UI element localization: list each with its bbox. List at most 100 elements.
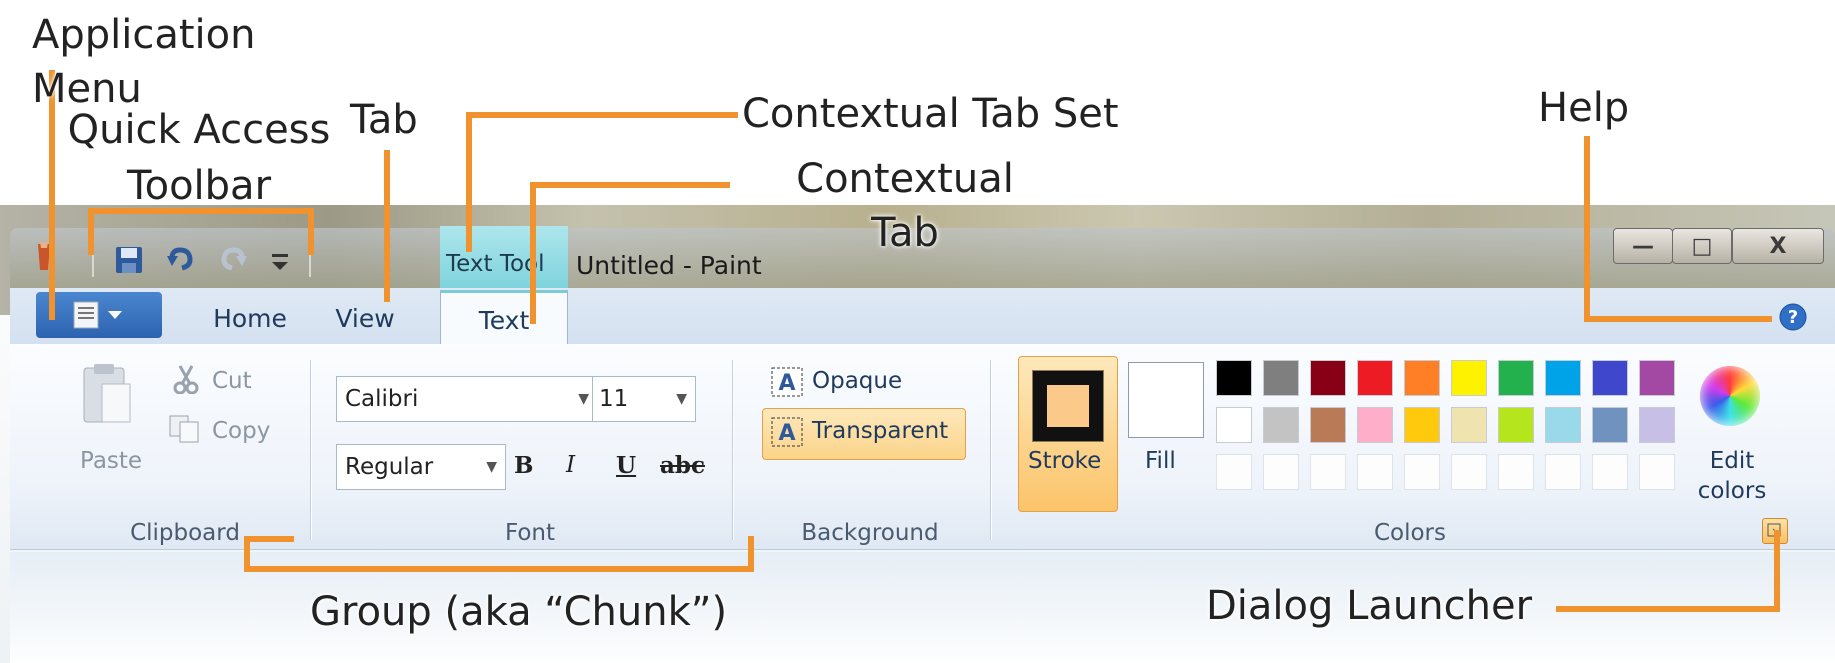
- color-swatch[interactable]: [1216, 407, 1252, 443]
- empty-color-slot[interactable]: [1216, 454, 1252, 490]
- opaque-icon: A: [770, 366, 804, 398]
- paste-icon[interactable]: [80, 362, 132, 426]
- font-family-combo[interactable]: Calibri ▼: [336, 376, 598, 422]
- color-swatch[interactable]: [1592, 360, 1628, 396]
- transparent-icon: A: [770, 416, 804, 448]
- empty-color-slot[interactable]: [1498, 454, 1534, 490]
- svg-text:A: A: [778, 421, 795, 446]
- font-group-label: Font: [504, 520, 556, 546]
- annotation-line: [466, 112, 738, 118]
- annotation-line: [748, 536, 754, 572]
- font-size-value: 11: [599, 386, 629, 412]
- copy-button[interactable]: Copy: [212, 418, 270, 444]
- color-swatch[interactable]: [1216, 360, 1252, 396]
- clipboard-group-label: Clipboard: [130, 520, 240, 546]
- font-style-combo[interactable]: Regular ▼: [336, 444, 506, 490]
- empty-color-slot[interactable]: [1639, 454, 1675, 490]
- font-size-combo[interactable]: 11 ▼: [592, 376, 696, 422]
- color-swatch[interactable]: [1639, 360, 1675, 396]
- annotation-line: [1556, 606, 1780, 612]
- tab-text-label: Text: [478, 305, 530, 335]
- window-title: Untitled - Paint: [576, 251, 762, 280]
- empty-color-slot[interactable]: [1592, 454, 1628, 490]
- cut-icon: [172, 364, 200, 395]
- annotation-group: Group (aka “Chunk”): [310, 589, 728, 635]
- opaque-button[interactable]: Opaque: [812, 368, 902, 394]
- chevron-down-icon: ▼: [676, 391, 687, 407]
- tab-view[interactable]: View: [320, 290, 410, 346]
- underline-button[interactable]: U: [616, 452, 636, 479]
- color-swatch[interactable]: [1451, 407, 1487, 443]
- color-swatch[interactable]: [1263, 360, 1299, 396]
- group-separator: [990, 360, 991, 540]
- color-swatch[interactable]: [1451, 360, 1487, 396]
- svg-text:?: ?: [1788, 307, 1798, 328]
- minimize-button[interactable]: —: [1613, 228, 1673, 264]
- annotation-quick-access-toolbar: Quick Access Toolbar: [67, 107, 331, 209]
- tab-view-label: View: [335, 303, 395, 333]
- color-swatch[interactable]: [1263, 407, 1299, 443]
- annotation-line: [244, 566, 754, 572]
- annotation-line: [1774, 530, 1780, 612]
- color-swatch[interactable]: [1404, 407, 1440, 443]
- empty-color-slot[interactable]: [1357, 454, 1393, 490]
- chevron-down-icon: ▼: [578, 391, 589, 407]
- empty-color-slot[interactable]: [1263, 454, 1299, 490]
- font-style-value: Regular: [345, 454, 434, 480]
- color-swatch[interactable]: [1310, 407, 1346, 443]
- annotation-application-menu: Application Menu: [32, 12, 256, 112]
- annotation-contextual-tab: Contextual Tab: [796, 156, 1014, 256]
- stroke-color-swatch: [1032, 370, 1104, 442]
- empty-color-slot[interactable]: [1451, 454, 1487, 490]
- save-icon[interactable]: [114, 245, 144, 275]
- annotation-help: Help: [1538, 85, 1630, 131]
- annotation-contextual-tab-set: Contextual Tab Set: [742, 91, 1119, 137]
- color-swatch[interactable]: [1357, 360, 1393, 396]
- annotation-line: [88, 210, 94, 255]
- colors-group-label: Colors: [1373, 520, 1447, 546]
- strikethrough-button[interactable]: abc: [660, 452, 705, 479]
- annotation-line: [308, 208, 314, 255]
- fill-label: Fill: [1145, 448, 1176, 474]
- group-separator: [732, 360, 733, 540]
- chevron-down-icon: ▼: [486, 459, 497, 475]
- annotation-line: [1584, 136, 1590, 320]
- close-button[interactable]: X: [1732, 228, 1824, 264]
- color-palette: [1216, 360, 1686, 502]
- edit-colors-button[interactable]: Edit colors: [1690, 446, 1774, 506]
- color-swatch[interactable]: [1498, 407, 1534, 443]
- paste-button[interactable]: Paste: [80, 448, 142, 474]
- tab-text[interactable]: Text: [440, 290, 568, 347]
- annotation-dialog-launcher: Dialog Launcher: [1206, 583, 1533, 629]
- color-swatch[interactable]: [1310, 360, 1346, 396]
- italic-button[interactable]: I: [566, 452, 575, 478]
- color-swatch[interactable]: [1592, 407, 1628, 443]
- undo-icon[interactable]: [166, 244, 196, 274]
- color-swatch[interactable]: [1357, 407, 1393, 443]
- font-family-value: Calibri: [345, 386, 419, 412]
- color-swatch[interactable]: [1404, 360, 1440, 396]
- fill-color-swatch[interactable]: [1128, 362, 1204, 438]
- redo-icon[interactable]: [218, 244, 248, 274]
- empty-color-slot[interactable]: [1404, 454, 1440, 490]
- empty-color-slot[interactable]: [1310, 454, 1346, 490]
- annotation-line: [466, 112, 472, 252]
- help-icon[interactable]: ?: [1778, 302, 1808, 332]
- group-separator: [310, 360, 311, 540]
- maximize-button[interactable]: □: [1672, 228, 1732, 264]
- color-swatch[interactable]: [1545, 360, 1581, 396]
- color-wheel-icon: [1700, 366, 1760, 426]
- color-swatch[interactable]: [1639, 407, 1675, 443]
- cut-button[interactable]: Cut: [212, 368, 252, 394]
- bold-button[interactable]: B: [514, 452, 533, 479]
- svg-text:A: A: [778, 371, 795, 396]
- background-group-label: Background: [801, 520, 939, 546]
- empty-color-slot[interactable]: [1545, 454, 1581, 490]
- copy-icon: [168, 414, 200, 444]
- annotation-line: [244, 536, 294, 542]
- customize-qat-icon[interactable]: [268, 248, 292, 274]
- color-swatch[interactable]: [1545, 407, 1581, 443]
- color-swatch[interactable]: [1498, 360, 1534, 396]
- tab-home[interactable]: Home: [180, 290, 320, 346]
- annotation-line: [530, 182, 730, 188]
